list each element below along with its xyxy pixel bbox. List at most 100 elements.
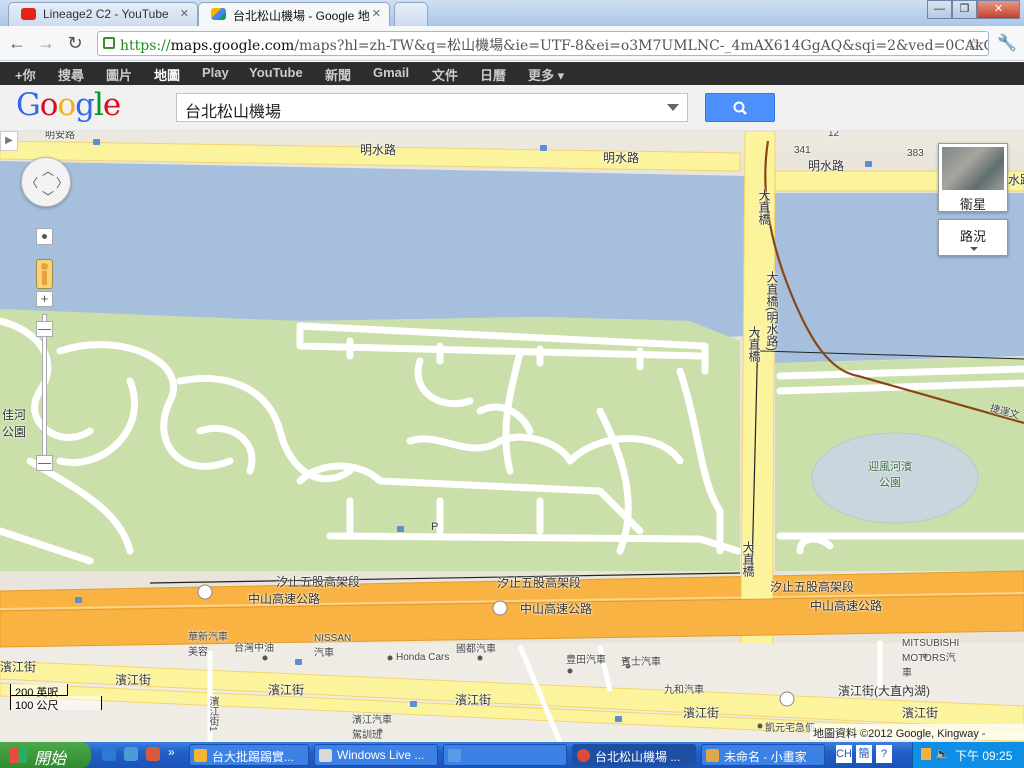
google-maps-icon — [211, 8, 226, 20]
quicklaunch-icon[interactable] — [124, 747, 138, 761]
gbar-images[interactable]: 圖片 — [106, 65, 132, 84]
zoom-out-button[interactable]: — — [36, 455, 53, 471]
reload-icon[interactable]: ↻ — [63, 33, 87, 55]
search-input[interactable]: 台北松山機場 — [176, 93, 688, 122]
road-number: 341 — [794, 145, 811, 156]
pan-control[interactable]: ︿ 〈 〉 ﹀ — [21, 157, 71, 207]
taskbar-item[interactable]: 台大批踢踢實... — [189, 744, 309, 766]
network-icon[interactable] — [921, 748, 931, 760]
lock-icon — [103, 37, 115, 49]
poi-label: Honda Cars — [396, 652, 450, 663]
gbar-docs[interactable]: 文件 — [432, 65, 458, 84]
map-canvas[interactable]: 明水路 明水路 明水路 水路 明安路 12 341 383 大直橋 大直橋(明水… — [0, 131, 1024, 742]
pan-up-icon[interactable]: ︿ — [42, 162, 54, 179]
close-tab-icon[interactable]: ✕ — [180, 7, 189, 20]
pan-down-icon[interactable]: ﹀ — [42, 188, 54, 205]
quicklaunch-more-icon[interactable]: » — [168, 745, 175, 759]
chevron-down-icon[interactable] — [667, 104, 679, 111]
paint-icon — [706, 749, 719, 762]
tab-title: 台北松山機場 - Google 地 — [233, 9, 370, 23]
pan-left-icon[interactable]: 〈 — [26, 174, 38, 191]
zoom-slider-handle[interactable]: — — [36, 321, 53, 337]
my-location-icon[interactable] — [36, 228, 53, 245]
poi-label: 豊田汽車 — [566, 655, 606, 666]
gbar-maps[interactable]: 地圖 — [154, 65, 180, 84]
logo-letter: e — [102, 87, 121, 123]
map-base-layer — [0, 131, 1024, 742]
expressway-label: 汐止五股高架段 — [770, 580, 855, 594]
search-button[interactable] — [705, 93, 775, 122]
road-number: 383 — [907, 148, 924, 159]
traffic-label: 路況 — [959, 229, 986, 244]
gbar-more[interactable]: 更多 ▾ — [528, 65, 564, 84]
ime-language[interactable]: CH — [836, 745, 852, 763]
ie-icon[interactable] — [102, 747, 116, 761]
highway-label: 中山高速公路 — [810, 599, 883, 613]
poi-label: 賓士汽車 — [621, 657, 661, 668]
minimize-icon[interactable]: — — [927, 0, 952, 19]
street-label: 濱江街 — [455, 693, 492, 707]
taskbar-item-label: 未命名 - 小畫家 — [724, 750, 807, 764]
pan-right-icon[interactable]: 〉 — [56, 174, 68, 191]
zoom-in-button[interactable]: + — [36, 291, 53, 307]
taskbar-item[interactable]: 台北松山機場 ... — [572, 744, 696, 766]
gbar-search[interactable]: 搜尋 — [58, 65, 84, 84]
satellite-thumbnail — [942, 147, 1004, 190]
park-label: 佳河公園 — [2, 408, 27, 439]
road-label: 明水路 — [603, 151, 640, 165]
poi-label: 國都汽車 — [456, 644, 496, 655]
traffic-layer-button[interactable]: 路況 — [938, 219, 1008, 256]
tab-youtube[interactable]: Lineage2 C2 - YouTube ✕ — [8, 2, 198, 26]
logo-letter: g — [75, 87, 95, 123]
taskbar-item-label: Windows Live ... — [337, 748, 425, 762]
quicklaunch-icon[interactable] — [146, 747, 160, 761]
scale-bar: 200 英呎 100 公尺 — [10, 684, 105, 712]
new-tab-button[interactable] — [394, 2, 428, 26]
google-bar: +你 搜尋 圖片 地圖 Play YouTube 新聞 Gmail 文件 日曆 … — [0, 62, 1024, 85]
back-icon[interactable]: ← — [5, 33, 29, 55]
gbar-calendar[interactable]: 日曆 — [480, 65, 506, 84]
gbar-play[interactable]: Play — [202, 65, 229, 80]
tab-google-maps[interactable]: 台北松山機場 - Google 地 ✕ — [198, 2, 390, 26]
taskbar-item[interactable] — [443, 744, 567, 766]
satellite-layer-button[interactable]: 衛星 — [938, 143, 1008, 212]
pegman-icon[interactable] — [36, 259, 53, 289]
collapse-panel-icon[interactable]: ▶ — [0, 131, 18, 151]
screen: Lineage2 C2 - YouTube ✕ 台北松山機場 - Google … — [0, 0, 1024, 768]
taskbar-item[interactable]: Windows Live ... — [314, 744, 438, 766]
google-logo[interactable]: Google — [16, 87, 121, 123]
bookmark-star-icon[interactable]: ☆ — [966, 35, 981, 55]
gbar-plus-you[interactable]: +你 — [15, 65, 36, 84]
street-label: 濱江街 — [902, 706, 939, 720]
gbar-news[interactable]: 新聞 — [325, 65, 351, 84]
highway-label: 中山高速公路 — [248, 592, 321, 606]
maximize-icon[interactable]: ❐ — [952, 0, 977, 19]
poi-label: NISSAN汽車 — [314, 633, 352, 659]
start-button[interactable]: 開始 — [0, 742, 91, 768]
ime-help[interactable]: ? — [876, 745, 892, 763]
street-label: 濱江街(大直內湖) — [838, 684, 930, 698]
app-icon — [194, 749, 207, 762]
address-bar[interactable]: https://maps.google.com/maps?hl=zh-TW&q=… — [97, 31, 989, 56]
volume-icon[interactable]: 🔈 — [935, 747, 950, 761]
logo-letter: o — [57, 87, 76, 123]
poi-label: 凱元宅急便 — [765, 723, 815, 734]
forward-icon[interactable]: → — [34, 33, 58, 55]
close-window-icon[interactable]: ✕ — [977, 0, 1020, 19]
ime-mode[interactable]: 簡 — [856, 745, 872, 763]
windows-taskbar: 開始 » 台大批踢踢實... Windows Live ... 台北松山機場 .… — [0, 742, 1024, 768]
gbar-youtube[interactable]: YouTube — [249, 65, 303, 80]
satellite-label: 衛星 — [959, 197, 986, 212]
app-icon — [319, 749, 332, 762]
url-path: /maps?hl=zh-TW&q=松山機場&ie=UTF-8&ei=o3M7UM… — [294, 38, 989, 54]
account-area[interactable] — [884, 107, 1019, 110]
road-label: 水路 — [1008, 173, 1024, 187]
tab-title: Lineage2 C2 - YouTube — [43, 7, 169, 21]
road-label: 明水路 — [360, 143, 397, 157]
poi-label: 華新汽車美容 — [188, 632, 228, 658]
wrench-icon[interactable]: 🔧 — [997, 33, 1017, 53]
gbar-gmail[interactable]: Gmail — [373, 65, 409, 80]
taskbar-item[interactable]: 未命名 - 小畫家 — [701, 744, 825, 766]
expressway-label: 汐止五股高架段 — [276, 575, 361, 589]
close-tab-icon[interactable]: ✕ — [372, 7, 381, 20]
